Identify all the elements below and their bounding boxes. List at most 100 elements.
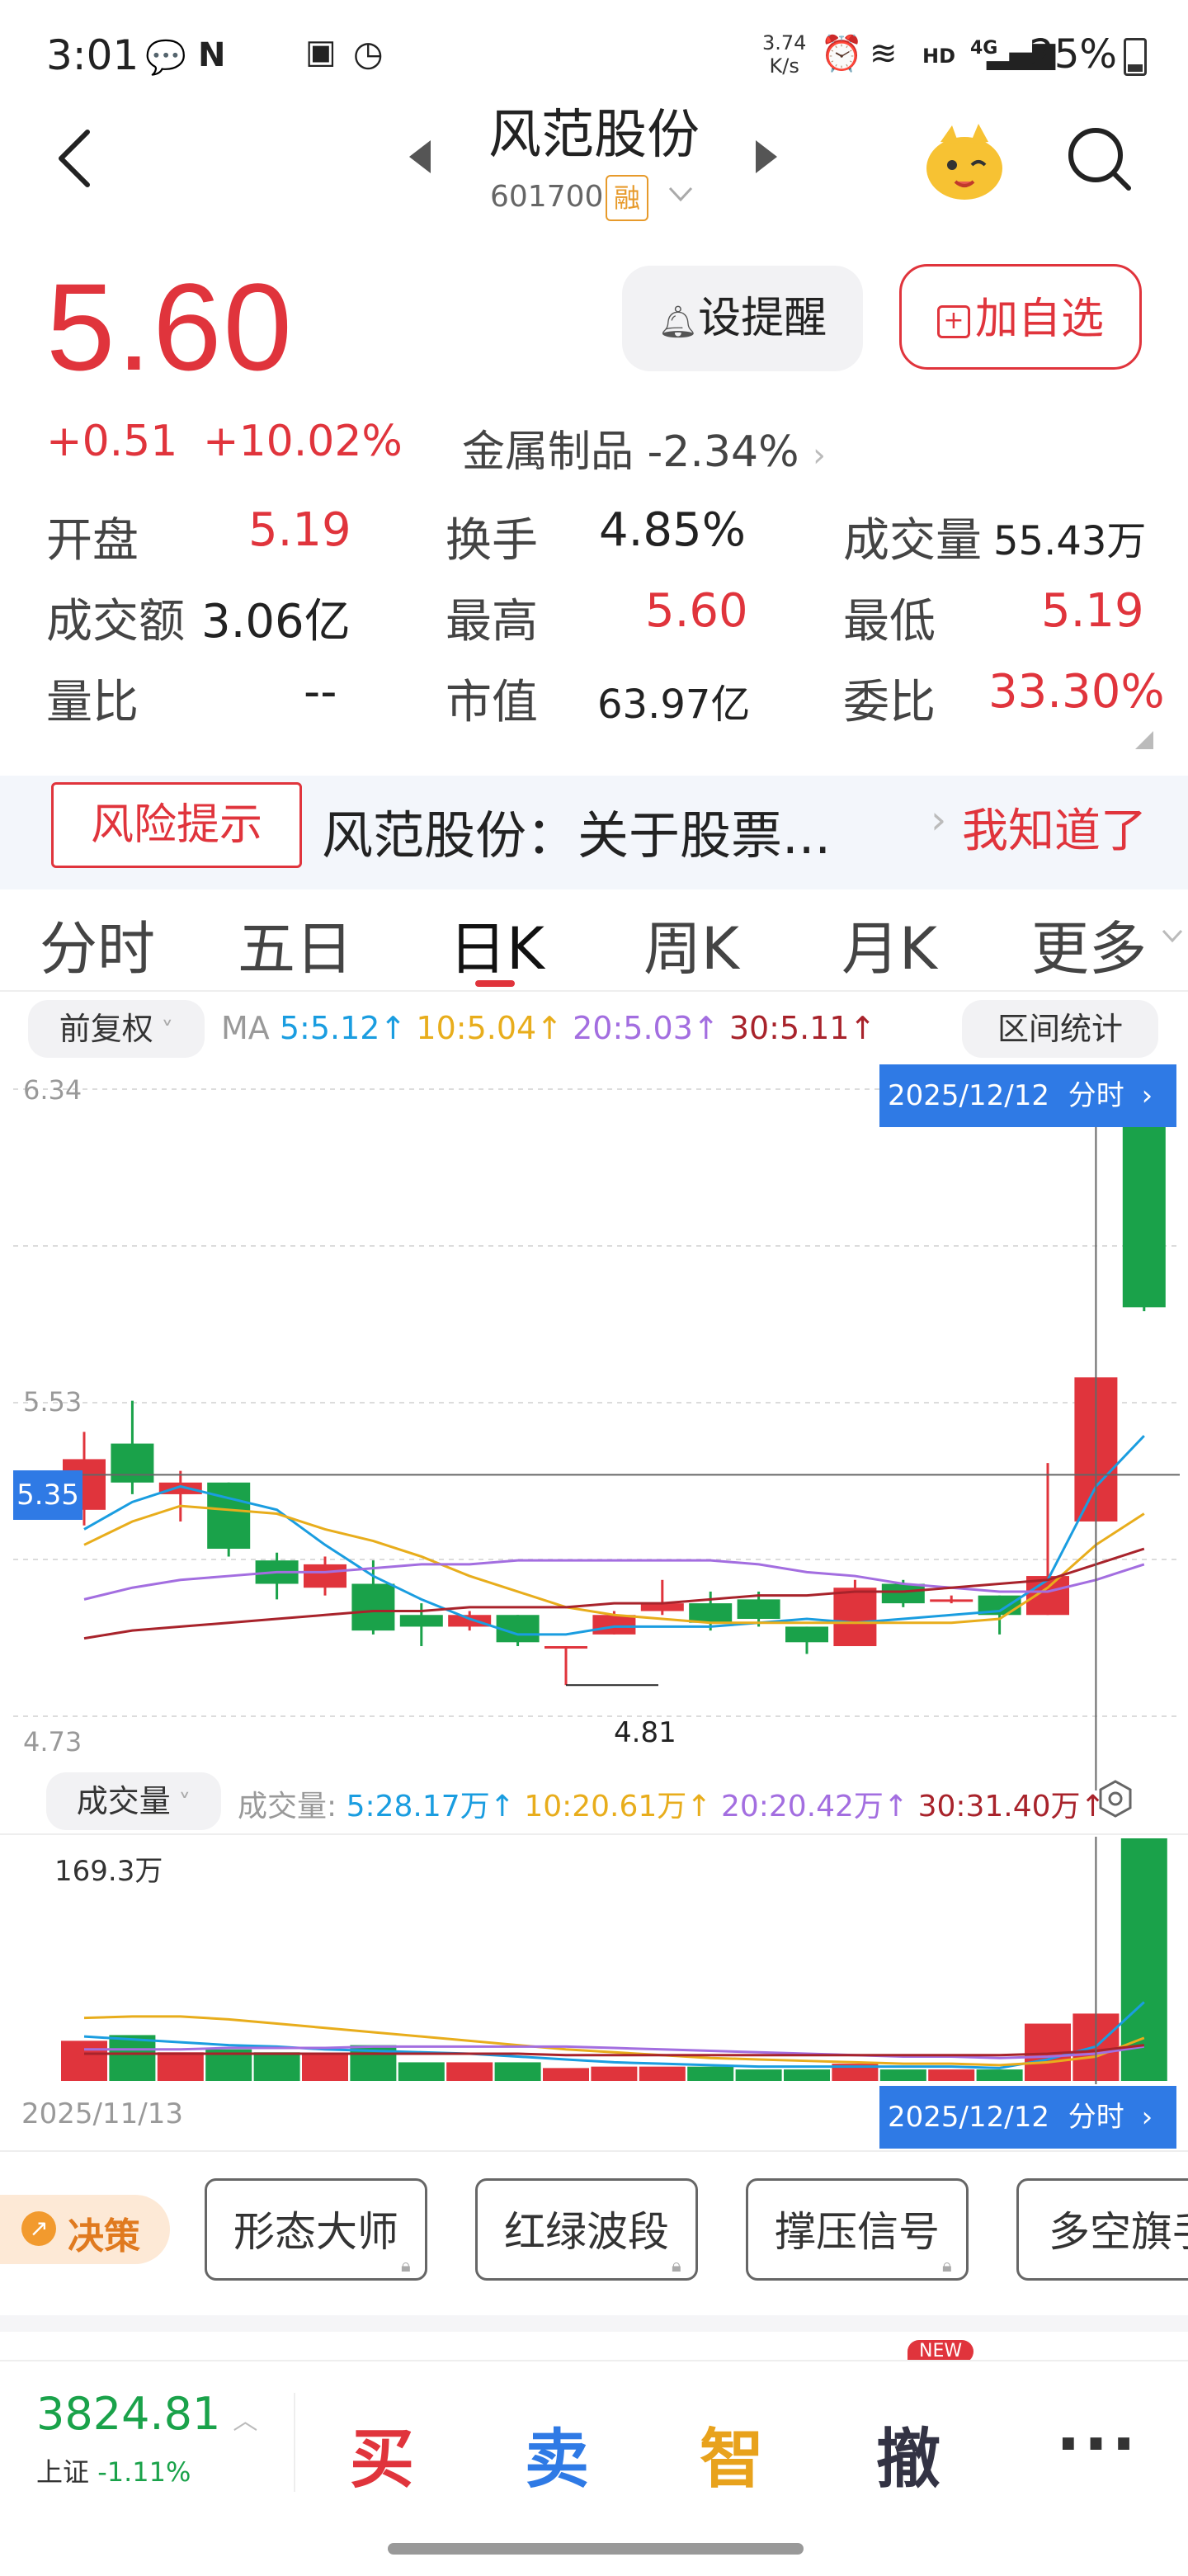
- adjust-dropdown[interactable]: 前复权 ˅: [28, 1000, 205, 1058]
- ma-legend: MA 5:5.12↑ 10:5.04↑ 20:5.03↑ 30:5.11↑: [221, 1010, 875, 1046]
- status-time: 3:01: [46, 31, 139, 79]
- stock-code: 601700: [490, 180, 604, 214]
- tab-week-k[interactable]: 周K: [644, 903, 739, 986]
- volume-bar: [687, 2066, 734, 2081]
- volume-dropdown[interactable]: 成交量 ˅: [46, 1772, 221, 1830]
- candle-body: [544, 1646, 587, 1649]
- chevron-down-icon: ˅: [153, 1017, 174, 1046]
- signal-button-support[interactable]: 撑压信号: [746, 2178, 969, 2281]
- signal-button-wave[interactable]: 红绿波段: [475, 2178, 698, 2281]
- volume-bar: [446, 2062, 493, 2081]
- volume-bar: [976, 2069, 1023, 2081]
- volume-date-tag[interactable]: 2025/12/12 分时 ›: [879, 2086, 1176, 2149]
- net-speed-unit: K/s: [769, 54, 799, 78]
- gallery-icon: ▣: [305, 33, 337, 71]
- crosshair-date-tag[interactable]: 2025/12/12 分时 ›: [879, 1064, 1176, 1127]
- volume-bar: [543, 2068, 589, 2081]
- lock-icon: 🔒︎: [942, 2256, 952, 2276]
- settings-icon[interactable]: [1096, 1779, 1135, 1822]
- range-stats-button[interactable]: 区间统计: [962, 1000, 1158, 1058]
- candle-body: [737, 1599, 780, 1619]
- stat-value: --: [304, 665, 337, 719]
- candle-body: [930, 1599, 974, 1602]
- wifi-icon: ≋: [870, 35, 898, 73]
- stat-value: 5.60: [645, 584, 748, 638]
- signal-label: 撑压信号: [775, 2208, 940, 2256]
- more-button[interactable]: ···: [1056, 2408, 1139, 2482]
- decision-tag[interactable]: ↗ 决策: [0, 2195, 170, 2264]
- chevron-down-icon[interactable]: [667, 185, 695, 208]
- tab-five-day[interactable]: 五日: [238, 903, 353, 986]
- ma-label: MA: [221, 1010, 270, 1046]
- chevron-right-icon: ›: [931, 797, 947, 843]
- clock-icon: ◷: [353, 33, 384, 73]
- tab-month-k[interactable]: 月K: [842, 903, 937, 986]
- volume-bar: [735, 2069, 782, 2081]
- stock-name: 风范股份: [488, 105, 700, 166]
- chevron-right-icon: ›: [1141, 1079, 1153, 1112]
- volume-bar: [494, 2062, 541, 2081]
- current-price: 5.60: [46, 257, 294, 396]
- chevron-right-icon: ›: [813, 436, 827, 474]
- plus-icon: +: [936, 305, 970, 338]
- index-change: -1.11%: [97, 2456, 191, 2488]
- vol-ma30: 30:31.40万↑: [917, 1790, 1106, 1823]
- x-axis-start-date: 2025/11/13: [21, 2097, 183, 2130]
- lock-icon: 🔒︎: [672, 2256, 681, 2276]
- index-ticker[interactable]: 3824.81 ︿ 上证 -1.11%: [36, 2388, 257, 2489]
- add-watchlist-button[interactable]: + 加自选: [899, 264, 1142, 370]
- stat-value: 5.19: [248, 503, 351, 557]
- set-alert-button[interactable]: 🔔︎设提醒: [622, 266, 863, 371]
- index-value: 3824.81: [36, 2388, 221, 2440]
- mascot-icon[interactable]: [919, 116, 1010, 206]
- tab-fenshi[interactable]: 分时: [40, 903, 155, 986]
- y-axis-mid: 5.53: [23, 1386, 82, 1418]
- cancel-order-button[interactable]: 撤: [876, 2408, 940, 2500]
- adjust-label: 前复权: [59, 1011, 153, 1047]
- net-speed-value: 3.74: [762, 31, 807, 54]
- sell-button[interactable]: 卖: [525, 2408, 589, 2500]
- smart-button[interactable]: 智: [700, 2408, 764, 2500]
- y-axis-bottom: 4.73: [23, 1726, 82, 1757]
- stat-label: 最高: [446, 595, 538, 649]
- nfc-icon: N: [198, 36, 226, 74]
- candle-body: [1122, 1104, 1166, 1308]
- price-change-pct: +10.02%: [203, 417, 403, 466]
- volume-chart[interactable]: [0, 1837, 1188, 2084]
- candle-body: [207, 1482, 251, 1550]
- ma30-value: 30:5.11↑: [728, 1010, 876, 1046]
- trend-icon: ↗: [21, 2211, 56, 2246]
- signal-button-flag[interactable]: 多空旗手: [1016, 2178, 1188, 2281]
- vol-ma5: 5:28.17万↑: [346, 1790, 515, 1823]
- volume-legend: 成交量: 5:28.17万↑ 10:20.61万↑ 20:20.42万↑ 30:…: [238, 1782, 1106, 1825]
- tab-day-k[interactable]: 日K: [449, 903, 544, 986]
- stat-label: 开盘: [46, 514, 139, 568]
- volume-selector-label: 成交量: [76, 1783, 171, 1819]
- next-stock-button[interactable]: [752, 139, 780, 178]
- set-alert-label: 设提醒: [698, 294, 827, 343]
- expand-corner-icon[interactable]: [1135, 731, 1153, 753]
- stat-value: 4.85%: [599, 503, 746, 557]
- vol-ma20: 20:20.42万↑: [720, 1790, 909, 1823]
- stat-label: 最低: [843, 595, 936, 649]
- acknowledge-button[interactable]: 我知道了: [962, 794, 1147, 861]
- buy-button[interactable]: 买: [350, 2408, 414, 2500]
- hd-label: HD: [922, 45, 956, 68]
- search-icon[interactable]: [1064, 124, 1134, 196]
- sector-link[interactable]: 金属制品 -2.34% ›: [462, 417, 826, 479]
- quote-stats: 开盘 5.19 换手 4.85% 成交量 55.43万 成交额 3.06亿 最高…: [46, 503, 1165, 751]
- candle-body: [833, 1588, 877, 1647]
- volume-bar: [879, 2069, 926, 2081]
- volume-end-date: 2025/12/12: [888, 2101, 1049, 2134]
- crosshair-date: 2025/12/12: [888, 1079, 1049, 1112]
- stat-value: 33.30%: [988, 665, 1165, 719]
- volume-bar: [157, 2052, 204, 2081]
- kline-chart[interactable]: [0, 1064, 1188, 1790]
- risk-text[interactable]: 风范股份：关于股票...: [322, 794, 831, 868]
- signal-button-pattern[interactable]: 形态大师: [205, 2178, 427, 2281]
- tab-more[interactable]: 更多: [1031, 903, 1147, 986]
- ma20-value: 20:5.03↑: [573, 1010, 719, 1046]
- status-bar: 3:01 💬 N ▣ ◷ 3.74 K/s ⏰ ≋ HD 4G ▂▄▆ 25%: [0, 0, 1188, 107]
- risk-tag: 风险提示: [51, 782, 302, 868]
- lock-icon: 🔒︎: [401, 2256, 411, 2276]
